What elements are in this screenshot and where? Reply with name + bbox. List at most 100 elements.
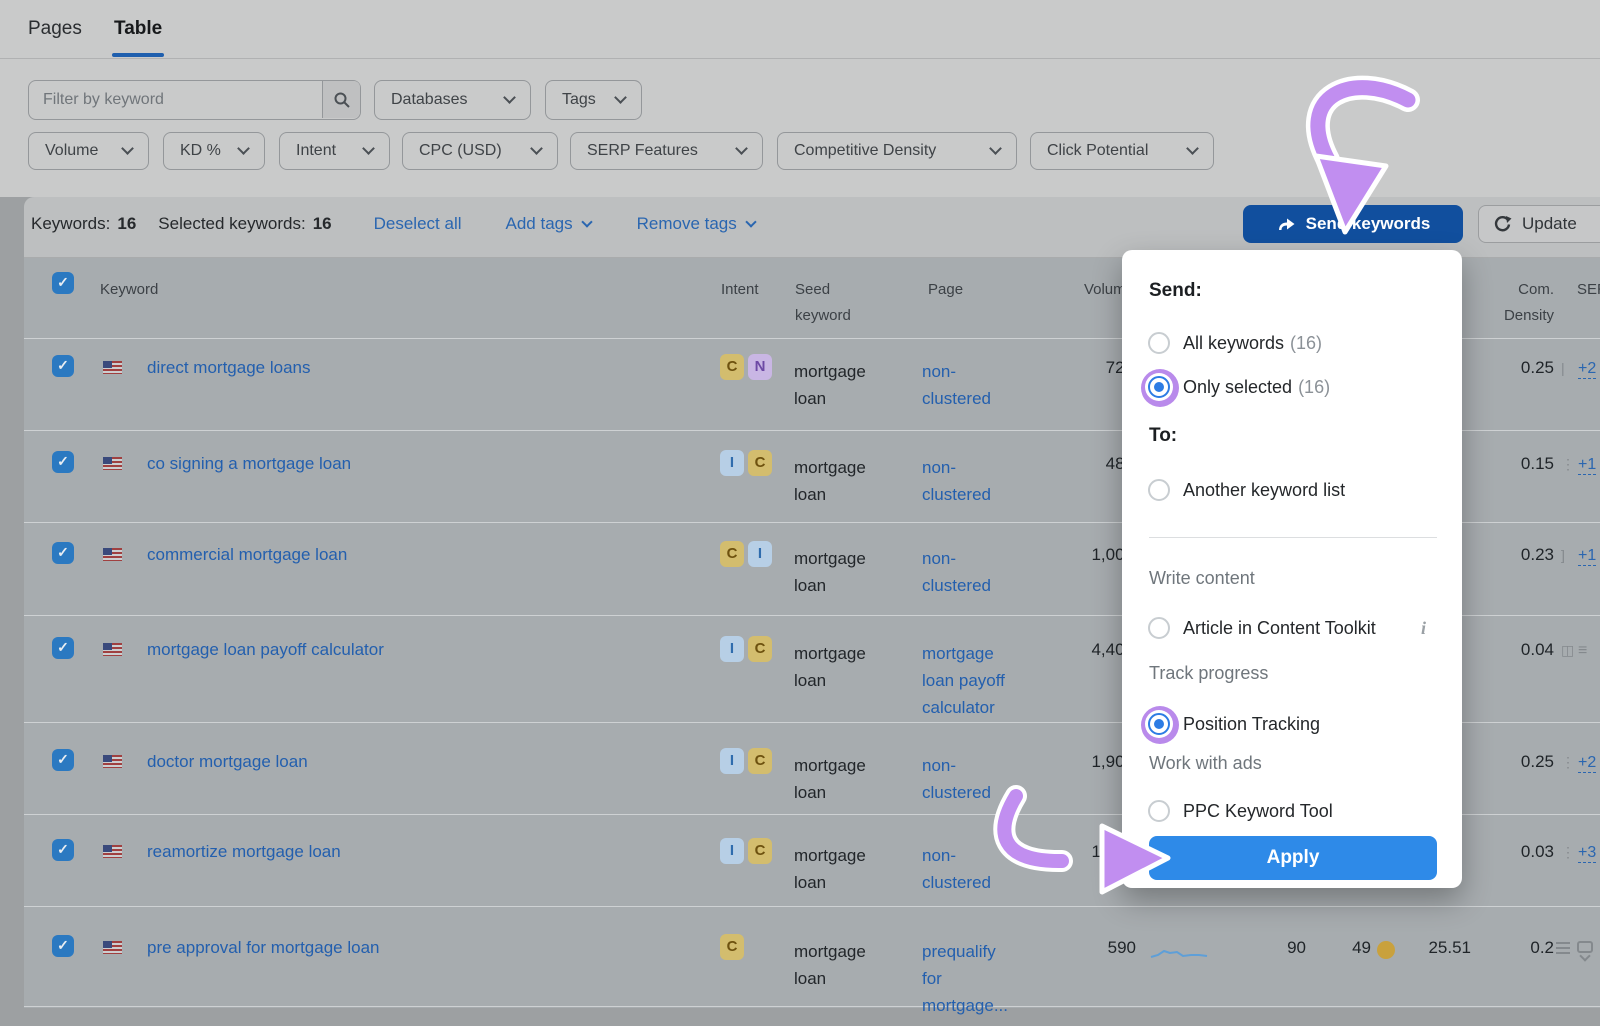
databases-dropdown[interactable]: Databases (374, 80, 531, 120)
share-arrow-icon (1276, 215, 1296, 233)
radio-article-toolkit[interactable] (1148, 617, 1170, 639)
chevron-down-icon (581, 216, 592, 227)
deselect-all-link[interactable]: Deselect all (374, 214, 462, 234)
serp-feature-icon: ⋮ (1561, 754, 1577, 771)
cpc-value: 25.51 (1391, 938, 1471, 958)
select-all-checkbox[interactable] (52, 272, 74, 294)
col-intent: Intent (721, 277, 759, 303)
radio-another-list[interactable] (1148, 479, 1170, 501)
serp-more-link[interactable]: +2 (1578, 754, 1596, 773)
keywords-count: 16 (117, 214, 136, 234)
keyword-link[interactable]: reamortize mortgage loan (147, 842, 341, 862)
serp-more-link[interactable]: +1 (1578, 547, 1596, 566)
us-flag-icon (103, 755, 122, 768)
row-checkbox[interactable] (52, 935, 74, 957)
keyword-filter-input[interactable]: Filter by keyword (28, 80, 361, 120)
keyword-link[interactable]: doctor mortgage loan (147, 752, 308, 772)
serp-features-filter[interactable]: SERP Features (570, 132, 763, 170)
intent-badge-navigational: N (748, 354, 772, 380)
send-keywords-popup: Send: All keywords(16) Only selected(16)… (1122, 250, 1462, 888)
cpc-filter[interactable]: CPC (USD) (402, 132, 558, 170)
keyword-link[interactable]: mortgage loan payoff calculator (147, 640, 384, 660)
trend-sparkline (1150, 945, 1208, 961)
volume-filter[interactable]: Volume (28, 132, 149, 170)
update-button[interactable]: Update (1478, 205, 1600, 243)
serp-more-link[interactable]: +1 (1578, 456, 1596, 475)
kd-value: 49 (1321, 938, 1371, 958)
radio-all-keywords[interactable] (1148, 332, 1170, 354)
active-tab-underline (112, 53, 164, 57)
serp-more-link[interactable]: +2 (1578, 360, 1596, 379)
article-toolkit-option[interactable]: Article in Content Toolkit (1183, 618, 1376, 639)
only-selected-option[interactable]: Only selected(16) (1183, 377, 1330, 398)
com-density-value: 0.25 (1492, 752, 1554, 772)
seed-keyword: mortgageloan (794, 752, 904, 806)
work-with-ads-label: Work with ads (1149, 753, 1262, 774)
remove-tags-dropdown[interactable]: Remove tags (637, 214, 755, 234)
volume-value: 1,000 (1024, 545, 1134, 565)
add-tags-dropdown[interactable]: Add tags (506, 214, 591, 234)
position-tracking-option[interactable]: Position Tracking (1183, 714, 1320, 735)
com-density-value: 0.23 (1492, 545, 1554, 565)
click-potential-filter[interactable]: Click Potential (1030, 132, 1214, 170)
kd-filter[interactable]: KD % (163, 132, 265, 170)
intent-badge-informational: I (720, 838, 744, 864)
kd-label: KD % (180, 142, 221, 160)
seed-keyword: mortgageloan (794, 454, 904, 508)
tags-label: Tags (562, 91, 596, 109)
col-serp-features: SERP Features (1577, 277, 1600, 303)
add-tags-label: Add tags (506, 214, 573, 234)
serp-feature-icon: ≡ (1578, 642, 1587, 660)
serp-more-link[interactable]: +3 (1578, 844, 1596, 863)
send-keywords-button[interactable]: Send keywords (1243, 205, 1463, 243)
popup-divider (1149, 537, 1437, 538)
row-divider (24, 906, 1600, 907)
com-density-value: 0.15 (1492, 454, 1554, 474)
volume-value: 4,400 (1024, 640, 1134, 660)
keyword-filter-placeholder: Filter by keyword (43, 91, 164, 109)
keyword-link[interactable]: commercial mortgage loan (147, 545, 347, 565)
page-link[interactable]: prequalifyformortgage... (922, 938, 1042, 1019)
another-list-option[interactable]: Another keyword list (1183, 480, 1345, 501)
volume-value: 1,000 (1024, 842, 1134, 862)
cpc-label: CPC (USD) (419, 142, 502, 160)
row-checkbox[interactable] (52, 542, 74, 564)
info-icon[interactable]: i (1421, 618, 1426, 639)
intent-badge-commercial: C (748, 636, 772, 662)
row-checkbox[interactable] (52, 451, 74, 473)
volume-label: Volume (45, 142, 98, 160)
chevron-down-icon (362, 142, 375, 155)
keyword-link[interactable]: direct mortgage loans (147, 358, 310, 378)
row-checkbox[interactable] (52, 355, 74, 377)
tags-dropdown[interactable]: Tags (545, 80, 642, 120)
chevron-down-icon (989, 142, 1002, 155)
row-divider (24, 1006, 1600, 1007)
us-flag-icon (103, 548, 122, 561)
ppc-tool-option[interactable]: PPC Keyword Tool (1183, 801, 1333, 822)
keyword-link[interactable]: co signing a mortgage loan (147, 454, 351, 474)
radio-ppc-tool[interactable] (1148, 800, 1170, 822)
tab-pages[interactable]: Pages (28, 18, 82, 40)
send-section-label: Send: (1149, 280, 1202, 302)
search-icon (333, 91, 351, 109)
volume-value: 1,900 (1024, 752, 1134, 772)
serp-list-icon (1556, 942, 1570, 955)
radio-only-selected[interactable] (1148, 376, 1170, 398)
remove-tags-label: Remove tags (637, 214, 737, 234)
seed-keyword: mortgageloan (794, 938, 904, 992)
all-keywords-option[interactable]: All keywords(16) (1183, 333, 1322, 354)
col-seed-keyword: Seedkeyword (795, 277, 851, 329)
search-button[interactable] (322, 81, 360, 118)
volume-value: 720 (1024, 358, 1134, 378)
keyword-link[interactable]: pre approval for mortgage loan (147, 938, 379, 958)
to-section-label: To: (1149, 425, 1177, 447)
tab-table[interactable]: Table (114, 18, 162, 40)
filter-section: Pages Table Filter by keyword Databases … (0, 0, 1600, 197)
apply-button[interactable]: Apply (1149, 836, 1437, 880)
intent-filter[interactable]: Intent (279, 132, 390, 170)
radio-position-tracking[interactable] (1148, 713, 1170, 735)
competitive-density-filter[interactable]: Competitive Density (777, 132, 1017, 170)
row-checkbox[interactable] (52, 637, 74, 659)
row-checkbox[interactable] (52, 839, 74, 861)
row-checkbox[interactable] (52, 749, 74, 771)
